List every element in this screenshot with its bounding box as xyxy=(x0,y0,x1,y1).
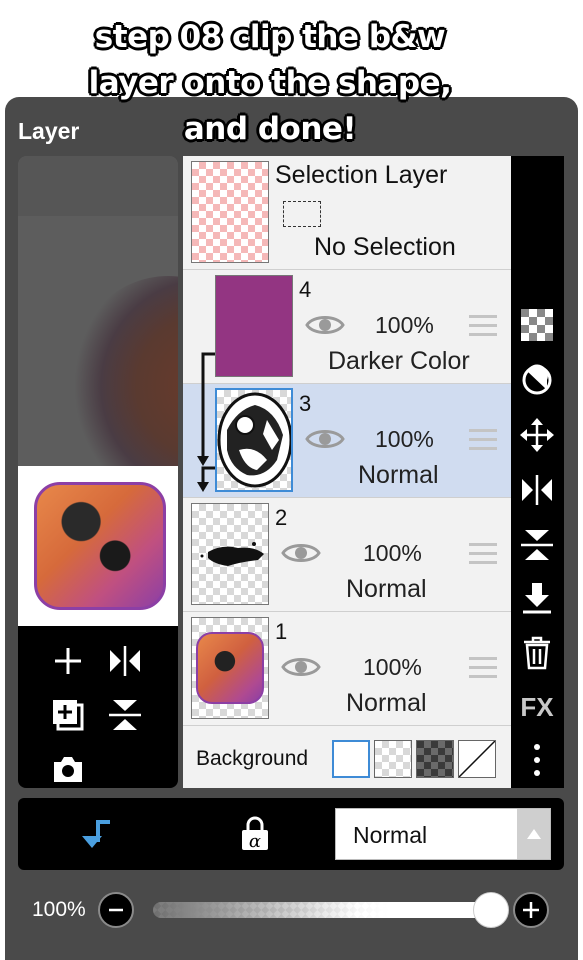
background-dark-checker-option[interactable] xyxy=(416,740,454,778)
artwork-image xyxy=(34,482,166,610)
chevron-up-icon[interactable] xyxy=(517,809,550,859)
flip-vertical-icon[interactable] xyxy=(519,527,555,563)
alpha-glyph: α xyxy=(248,831,262,852)
opacity-slider-thumb[interactable] xyxy=(473,892,509,928)
layer-number: 4 xyxy=(299,277,312,302)
layer-row-4[interactable]: 4 100% Darker Color xyxy=(183,270,511,384)
canvas-preview[interactable] xyxy=(18,156,178,496)
layer-row-2[interactable]: 2 100% Normal xyxy=(183,498,511,612)
layer-thumbnail xyxy=(215,388,293,492)
background-transparent-option[interactable] xyxy=(374,740,412,778)
canvas-preview-column xyxy=(18,156,178,788)
layer-number: 1 xyxy=(275,619,288,644)
clipping-indicator-icon xyxy=(197,352,215,492)
opacity-control: 100% xyxy=(18,878,564,944)
layer-opacity: 100% xyxy=(363,654,422,680)
eye-icon[interactable] xyxy=(281,654,321,680)
left-toolbar xyxy=(18,626,178,788)
background-none-option[interactable] xyxy=(458,740,496,778)
alpha-lock-icon[interactable]: α xyxy=(240,816,270,852)
merge-down-icon[interactable] xyxy=(519,580,555,616)
tutorial-caption: step 08 clip the b&w layer onto the shap… xyxy=(0,14,540,152)
artwork-thumbnail[interactable] xyxy=(18,466,178,626)
drag-handle-icon[interactable] xyxy=(469,429,497,451)
blend-mode-select[interactable]: Normal xyxy=(335,808,551,860)
caption-line-2: layer onto the shape, xyxy=(88,65,452,101)
camera-icon[interactable] xyxy=(48,749,88,788)
duplicate-icon[interactable] xyxy=(48,695,88,735)
background-row: Background xyxy=(183,730,511,788)
opacity-slider[interactable] xyxy=(153,902,491,918)
drag-handle-icon[interactable] xyxy=(469,543,497,565)
caption-line-3: and done! xyxy=(183,111,357,147)
canvas-artwork xyxy=(68,276,178,496)
flip-vertical-icon[interactable] xyxy=(105,695,145,735)
right-toolbar: FX xyxy=(511,156,564,788)
layer-blend-mode: Normal xyxy=(346,689,427,717)
blend-mode-value: Normal xyxy=(353,822,428,848)
layer-blend-mode: Darker Color xyxy=(328,347,470,375)
add-icon[interactable] xyxy=(48,641,88,681)
fx-icon[interactable]: FX xyxy=(519,689,555,725)
layer-thumbnail xyxy=(215,275,293,377)
clip-arrow-icon[interactable] xyxy=(80,818,114,852)
selection-layer-thumbnail xyxy=(191,161,269,263)
brightness-icon[interactable] xyxy=(519,362,555,398)
layer-blend-mode: Normal xyxy=(346,575,427,603)
layer-opacity: 100% xyxy=(363,540,422,566)
transparency-icon[interactable] xyxy=(519,307,555,343)
more-icon[interactable] xyxy=(519,742,555,778)
increase-opacity-button[interactable] xyxy=(513,892,549,928)
layer-row-1[interactable]: 1 100% Normal xyxy=(183,612,511,726)
caption-line-1: step 08 clip the b&w xyxy=(94,19,446,55)
layer-blend-mode: Normal xyxy=(358,461,439,489)
eye-icon[interactable] xyxy=(305,312,345,338)
flip-horizontal-icon[interactable] xyxy=(519,472,555,508)
selection-layer-title: Selection Layer xyxy=(275,161,448,189)
layer-number: 3 xyxy=(299,391,312,416)
layer-bottom-bar: α Normal xyxy=(18,798,564,870)
drag-handle-icon[interactable] xyxy=(469,657,497,679)
opacity-value: 100% xyxy=(32,898,86,921)
background-white-option[interactable] xyxy=(332,740,370,778)
trash-icon[interactable] xyxy=(519,635,555,671)
selection-layer-row[interactable]: Selection Layer No Selection xyxy=(183,156,511,270)
selection-marquee-icon xyxy=(283,201,321,227)
layer-opacity: 100% xyxy=(375,426,434,452)
eye-icon[interactable] xyxy=(305,426,345,452)
layer-row-3[interactable]: 3 100% Normal xyxy=(183,384,511,498)
layer-thumbnail xyxy=(191,503,269,605)
layer-number: 2 xyxy=(275,505,288,530)
drag-handle-icon[interactable] xyxy=(469,315,497,337)
decrease-opacity-button[interactable] xyxy=(98,892,134,928)
flip-horizontal-icon[interactable] xyxy=(105,641,145,681)
move-icon[interactable] xyxy=(519,417,555,453)
background-label: Background xyxy=(196,747,309,770)
layer-list: Selection Layer No Selection 4 100% Dark… xyxy=(183,156,511,788)
eye-icon[interactable] xyxy=(281,540,321,566)
selection-status: No Selection xyxy=(314,233,456,261)
layer-opacity: 100% xyxy=(375,312,434,338)
layer-thumbnail xyxy=(191,617,269,719)
